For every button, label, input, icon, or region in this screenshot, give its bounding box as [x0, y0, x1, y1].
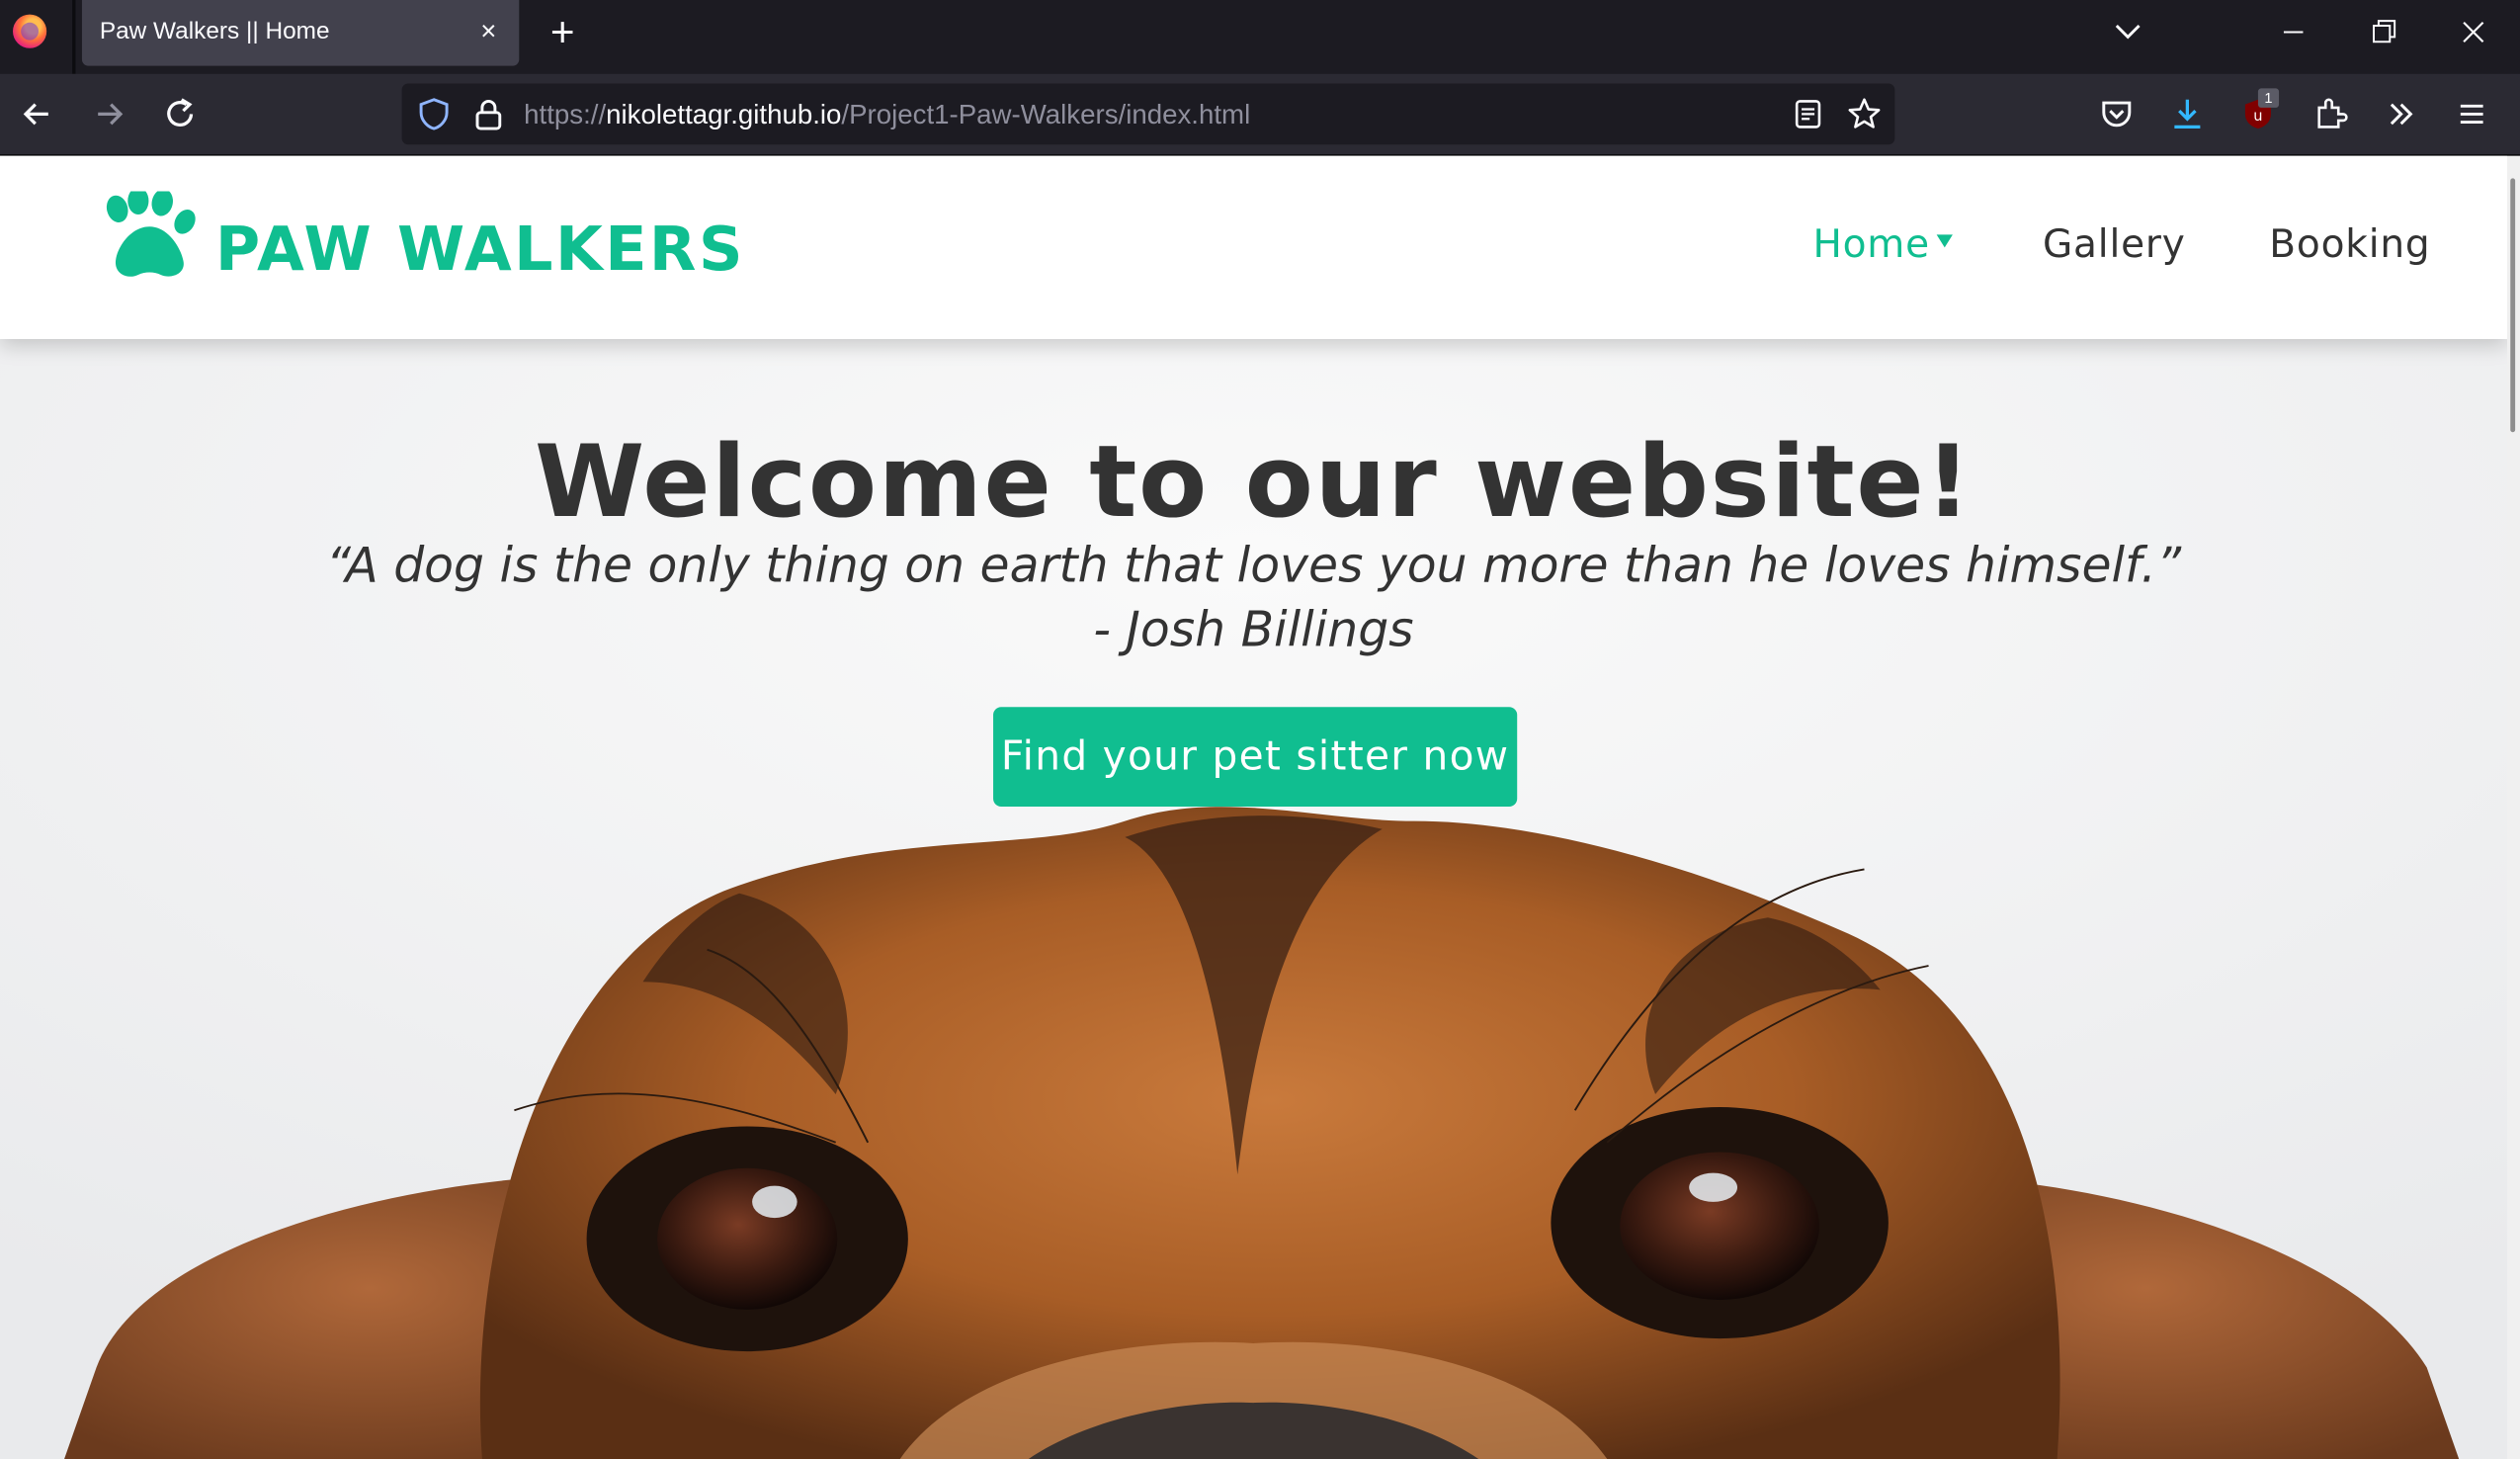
tab-close-icon[interactable]: × — [472, 15, 505, 50]
web-page: PAW WALKERS Home Gallery Booking Welcome… — [0, 155, 2507, 1459]
extensions-puzzle-icon[interactable] — [2310, 92, 2351, 137]
lock-icon[interactable] — [471, 97, 507, 132]
hero-title: Welcome to our website! — [535, 422, 1973, 541]
list-all-tabs-icon[interactable] — [2109, 13, 2147, 51]
hamburger-menu-icon[interactable] — [2451, 92, 2492, 137]
tab-separator — [72, 0, 76, 74]
nav-home-link[interactable]: Home — [1812, 221, 1930, 267]
restore-icon[interactable] — [2359, 10, 2407, 55]
dropdown-caret-icon[interactable] — [1936, 234, 1953, 248]
extension-badge: 1 — [2257, 88, 2280, 108]
hero-quote-author: - Josh Billings — [1093, 602, 1414, 659]
scrollbar-thumb[interactable] — [2510, 178, 2516, 433]
tab-title: Paw Walkers || Home — [99, 17, 330, 45]
browser-tab-active[interactable]: Paw Walkers || Home × — [81, 0, 520, 66]
reader-view-icon[interactable] — [1791, 97, 1826, 132]
brand-name[interactable]: PAW WALKERS — [215, 214, 745, 285]
close-window-icon[interactable] — [2449, 10, 2497, 55]
url-scheme: https:// — [524, 99, 607, 130]
url-host: nikolettagr.github.io — [606, 99, 842, 130]
pocket-icon[interactable] — [2096, 92, 2138, 137]
svg-text:u: u — [2253, 108, 2262, 125]
page-scrollbar[interactable] — [2506, 155, 2520, 1459]
new-tab-icon[interactable]: + — [544, 10, 582, 55]
nav-booking-link[interactable]: Booking — [2269, 221, 2430, 267]
bookmark-star-icon[interactable] — [1845, 95, 1884, 133]
nav-gallery-link[interactable]: Gallery — [2043, 221, 2186, 267]
screen: Paw Walkers || Home × + https://nikolett… — [0, 0, 2520, 1459]
url-text: https://nikolettagr.github.io/Project1-P… — [524, 100, 1250, 132]
forward-icon[interactable] — [88, 92, 129, 137]
url-path: /Project1-Paw-Walkers/index.html — [841, 99, 1251, 130]
find-pet-sitter-button[interactable]: Find your pet sitter now — [993, 707, 1518, 808]
browser-navigation-bar: https://nikolettagr.github.io/Project1-P… — [0, 73, 2520, 156]
firefox-logo-icon[interactable] — [13, 14, 47, 48]
hero-quote: “A dog is the only thing on earth that l… — [325, 538, 2182, 595]
downloads-icon[interactable] — [2166, 92, 2208, 137]
minimize-icon[interactable] — [2269, 10, 2317, 55]
site-header: PAW WALKERS Home Gallery Booking — [0, 155, 2507, 339]
paw-logo-icon[interactable] — [97, 191, 203, 281]
browser-tab-bar: Paw Walkers || Home × + — [0, 0, 2520, 74]
tracking-protection-shield-icon[interactable] — [416, 97, 452, 132]
reload-icon[interactable] — [159, 92, 201, 137]
back-icon[interactable] — [16, 92, 57, 137]
more-tools-chevrons-icon[interactable] — [2381, 92, 2422, 137]
address-bar[interactable]: https://nikolettagr.github.io/Project1-P… — [401, 83, 1895, 145]
